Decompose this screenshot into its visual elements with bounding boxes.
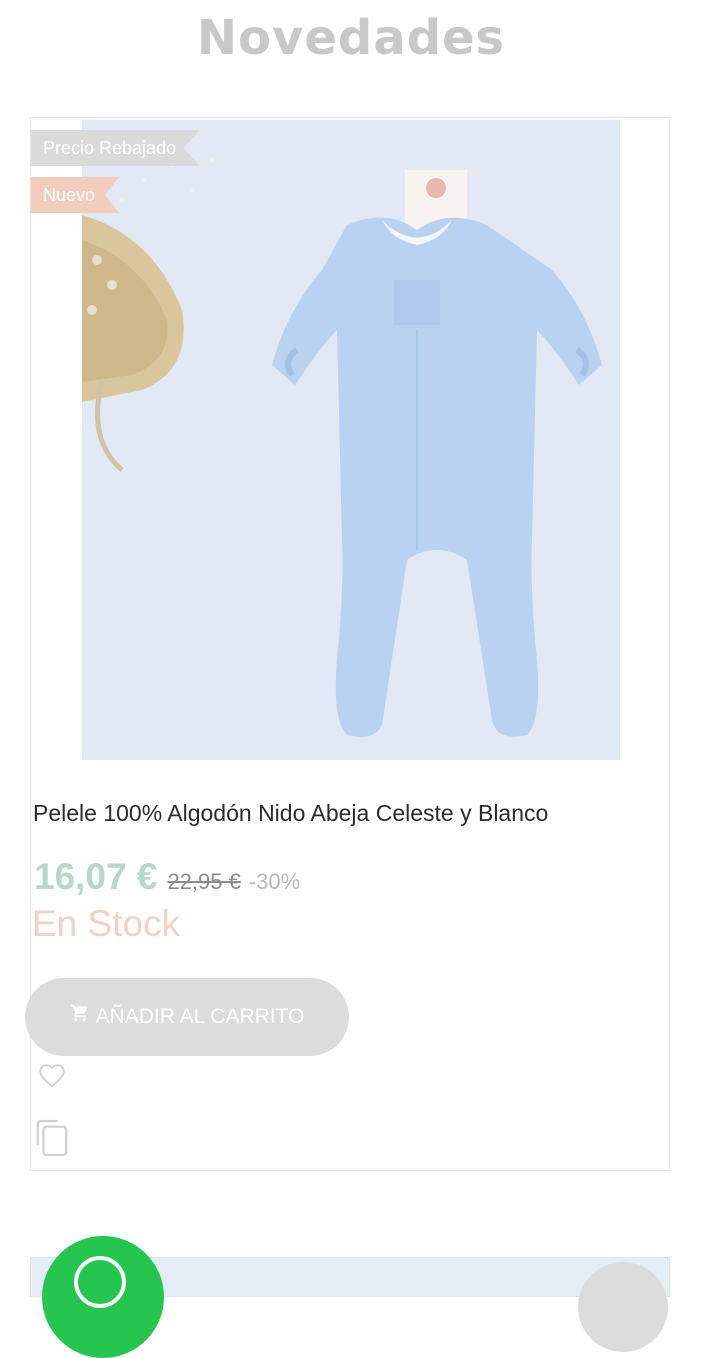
whatsapp-icon[interactable] <box>42 1236 164 1358</box>
product-card: Precio Rebajado Nuevo Pelele 100% Algodó… <box>25 117 670 1171</box>
current-price: 16,07 € <box>34 856 158 897</box>
discount-label: -30% <box>248 869 301 894</box>
cart-icon <box>70 978 90 1056</box>
stock-status: En Stock <box>32 903 181 944</box>
price-row: 16,07 € 22,95 € -30% <box>34 856 300 898</box>
sale-badge: Precio Rebajado <box>31 130 201 166</box>
scroll-top-button[interactable] <box>578 1262 668 1352</box>
old-price: 22,95 € <box>167 869 241 894</box>
heart-outline-icon[interactable] <box>35 1059 69 1096</box>
add-to-cart-button[interactable]: AÑADIR AL CARRITO <box>25 978 349 1056</box>
whatsapp-glyph <box>74 1256 126 1308</box>
section-title: Novedades <box>196 10 506 66</box>
add-to-cart-label: AÑADIR AL CARRITO <box>95 1005 305 1028</box>
product-image[interactable] <box>82 120 620 760</box>
product-name[interactable]: Pelele 100% Algodón Nido Abeja Celeste y… <box>33 800 548 827</box>
copy-icon[interactable] <box>35 1118 69 1163</box>
